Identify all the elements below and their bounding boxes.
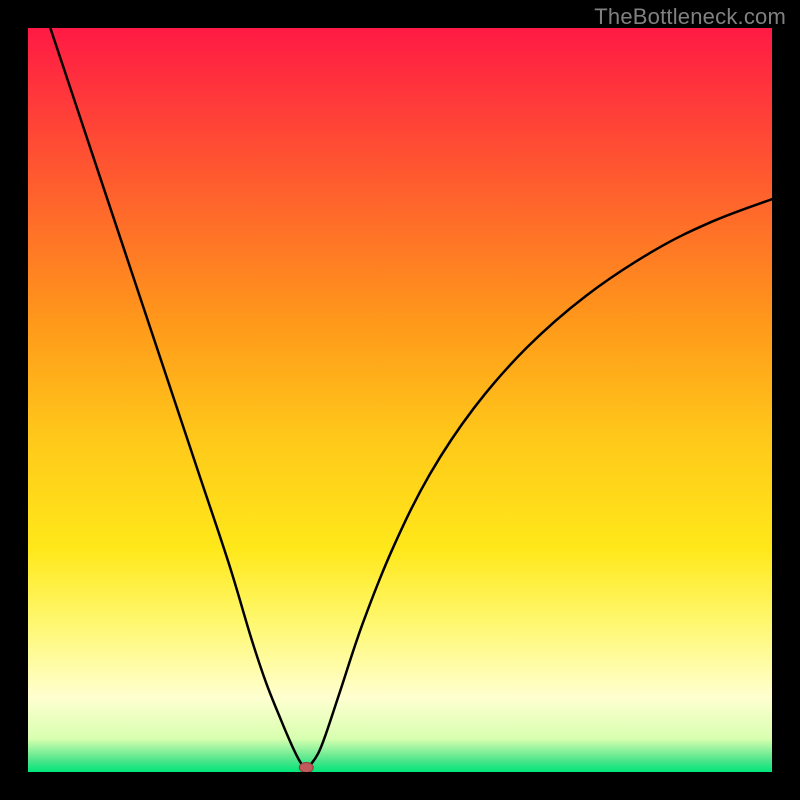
bottleneck-chart <box>28 28 772 772</box>
plot-area <box>28 28 772 772</box>
watermark-text: TheBottleneck.com <box>594 4 786 30</box>
optimum-marker <box>299 763 313 772</box>
chart-frame: TheBottleneck.com <box>0 0 800 800</box>
gradient-background <box>28 28 772 772</box>
